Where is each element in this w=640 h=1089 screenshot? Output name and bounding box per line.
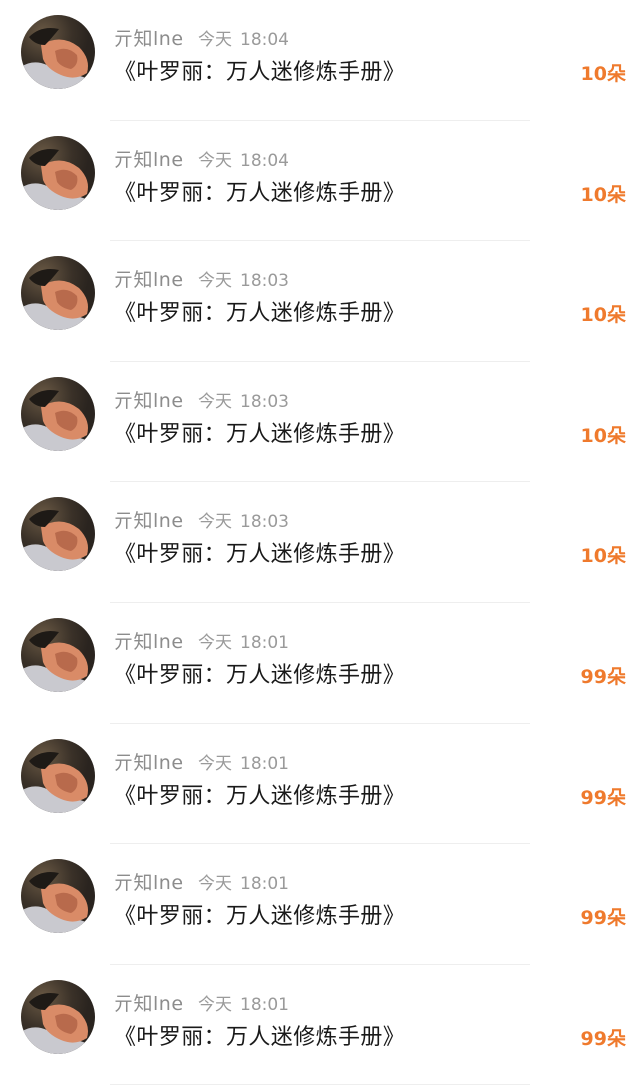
post-clock: 18:04 <box>240 150 289 171</box>
avatar-image <box>21 28 95 89</box>
post-clock: 18:03 <box>240 271 289 292</box>
avatar[interactable] <box>21 979 95 1054</box>
post-day: 今天 <box>198 30 232 50</box>
list-item[interactable]: 亓知lne 今天 18:01 《叶罗丽：万人迷修炼手册》 99朵 <box>0 724 640 845</box>
list-item[interactable]: 亓知lne 今天 18:03 《叶罗丽：万人迷修炼手册》 10朵 <box>0 241 640 362</box>
book-title[interactable]: 《叶罗丽：万人迷修炼手册》 <box>114 1019 405 1051</box>
post-time: 今天 18:03 <box>198 387 289 412</box>
post-time: 今天 18:01 <box>198 869 289 894</box>
gift-record-list: 亓知lne 今天 18:04 《叶罗丽：万人迷修炼手册》 10朵 亓知lne 今天… <box>0 0 640 1089</box>
post-day: 今天 <box>198 391 232 412</box>
avatar[interactable] <box>21 617 95 692</box>
post-day: 今天 <box>198 150 232 171</box>
user-name[interactable]: 亓知lne <box>114 627 184 654</box>
flower-count: 99朵 <box>580 907 626 930</box>
avatar-image <box>21 269 95 331</box>
book-title[interactable]: 《叶罗丽：万人迷修炼手册》 <box>114 295 405 327</box>
book-title[interactable]: 《叶罗丽：万人迷修炼手册》 <box>114 898 405 930</box>
post-time: 今天 18:03 <box>198 266 289 291</box>
flower-count: 10朵 <box>580 424 626 447</box>
avatar-image <box>21 872 95 934</box>
post-clock: 18:03 <box>240 391 289 412</box>
post-clock: 18:03 <box>240 512 289 533</box>
user-name[interactable]: 亓知lne <box>114 145 184 172</box>
post-day: 今天 <box>198 512 232 533</box>
book-title[interactable]: 《叶罗丽：万人迷修炼手册》 <box>114 657 405 689</box>
book-title[interactable]: 《叶罗丽：万人迷修炼手册》 <box>114 416 405 448</box>
flower-count: 10朵 <box>580 183 626 206</box>
post-clock: 18:01 <box>240 632 289 653</box>
list-item[interactable]: 亓知lne 今天 18:01 《叶罗丽：万人迷修炼手册》 99朵 <box>0 844 640 965</box>
avatar-image <box>21 510 95 572</box>
post-clock: 18:01 <box>240 874 289 895</box>
post-time: 今天 18:01 <box>198 749 289 774</box>
post-time: 今天 18:01 <box>198 990 289 1015</box>
avatar[interactable] <box>21 376 95 451</box>
list-item[interactable]: 亓知lne 今天 18:03 《叶罗丽：万人迷修炼手册》 10朵 <box>0 482 640 603</box>
list-item[interactable]: 亓知lne 今天 18:03 《叶罗丽：万人迷修炼手册》 10朵 <box>0 362 640 483</box>
avatar[interactable] <box>21 497 95 572</box>
book-title[interactable]: 《叶罗丽：万人迷修炼手册》 <box>114 175 405 207</box>
post-day: 今天 <box>198 874 232 895</box>
book-title[interactable]: 《叶罗丽：万人迷修炼手册》 <box>114 54 405 86</box>
post-time: 今天 18:04 <box>198 146 289 171</box>
book-title[interactable]: 《叶罗丽：万人迷修炼手册》 <box>114 778 405 810</box>
flower-count: 99朵 <box>580 1027 626 1050</box>
flower-count: 10朵 <box>580 545 626 568</box>
post-clock: 18:01 <box>240 753 289 774</box>
avatar-image <box>21 389 95 451</box>
avatar-image <box>21 992 95 1054</box>
post-clock: 18:04 <box>240 30 289 50</box>
post-time: 今天 18:03 <box>198 507 289 532</box>
flower-count: 99朵 <box>580 786 626 809</box>
list-item[interactable]: 亓知lne 今天 18:04 《叶罗丽：万人迷修炼手册》 10朵 <box>0 121 640 242</box>
post-day: 今天 <box>198 753 232 774</box>
post-clock: 18:01 <box>240 994 289 1015</box>
user-name[interactable]: 亓知lne <box>114 989 184 1016</box>
book-title[interactable]: 《叶罗丽：万人迷修炼手册》 <box>114 536 405 568</box>
avatar-image <box>21 148 95 210</box>
avatar[interactable] <box>21 256 95 331</box>
user-name[interactable]: 亓知lne <box>114 506 184 533</box>
avatar-image <box>21 751 95 813</box>
post-time: 今天 18:04 <box>198 25 289 50</box>
list-item[interactable]: 亓知lne 今天 18:04 《叶罗丽：万人迷修炼手册》 10朵 <box>0 0 640 121</box>
user-name[interactable]: 亓知lne <box>114 868 184 895</box>
avatar[interactable] <box>21 15 95 89</box>
post-day: 今天 <box>198 994 232 1015</box>
divider <box>110 1084 530 1086</box>
flower-count: 10朵 <box>580 63 626 85</box>
avatar[interactable] <box>21 135 95 210</box>
flower-count: 99朵 <box>580 665 626 688</box>
post-day: 今天 <box>198 632 232 653</box>
avatar[interactable] <box>21 859 95 934</box>
list-item[interactable]: 亓知lne 今天 18:01 《叶罗丽：万人迷修炼手册》 99朵 <box>0 965 640 1086</box>
user-name[interactable]: 亓知lne <box>114 748 184 775</box>
post-time: 今天 18:01 <box>198 628 289 653</box>
list-item[interactable]: 亓知lne 今天 18:01 《叶罗丽：万人迷修炼手册》 99朵 <box>0 603 640 724</box>
avatar-image <box>21 630 95 692</box>
user-name[interactable]: 亓知lne <box>114 265 184 292</box>
user-name[interactable]: 亓知lne <box>114 386 184 413</box>
post-day: 今天 <box>198 271 232 292</box>
user-name[interactable]: 亓知lne <box>114 24 184 51</box>
flower-count: 10朵 <box>580 304 626 327</box>
avatar[interactable] <box>21 738 95 813</box>
